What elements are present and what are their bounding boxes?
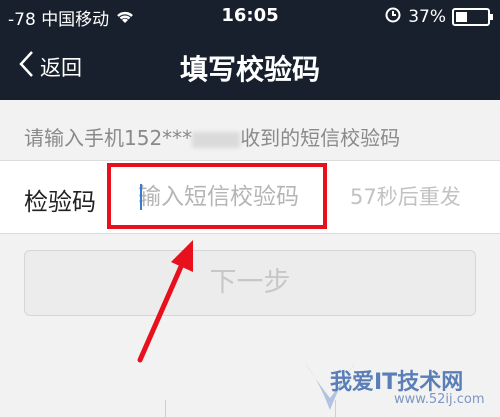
bottom-divider (335, 400, 336, 417)
watermark-url: www.52ij.com (394, 392, 485, 407)
site-watermark: 我爱IT技术网 www.52ij.com (300, 358, 495, 414)
annotation-arrow-icon (137, 240, 193, 363)
bottom-divider (165, 400, 166, 417)
